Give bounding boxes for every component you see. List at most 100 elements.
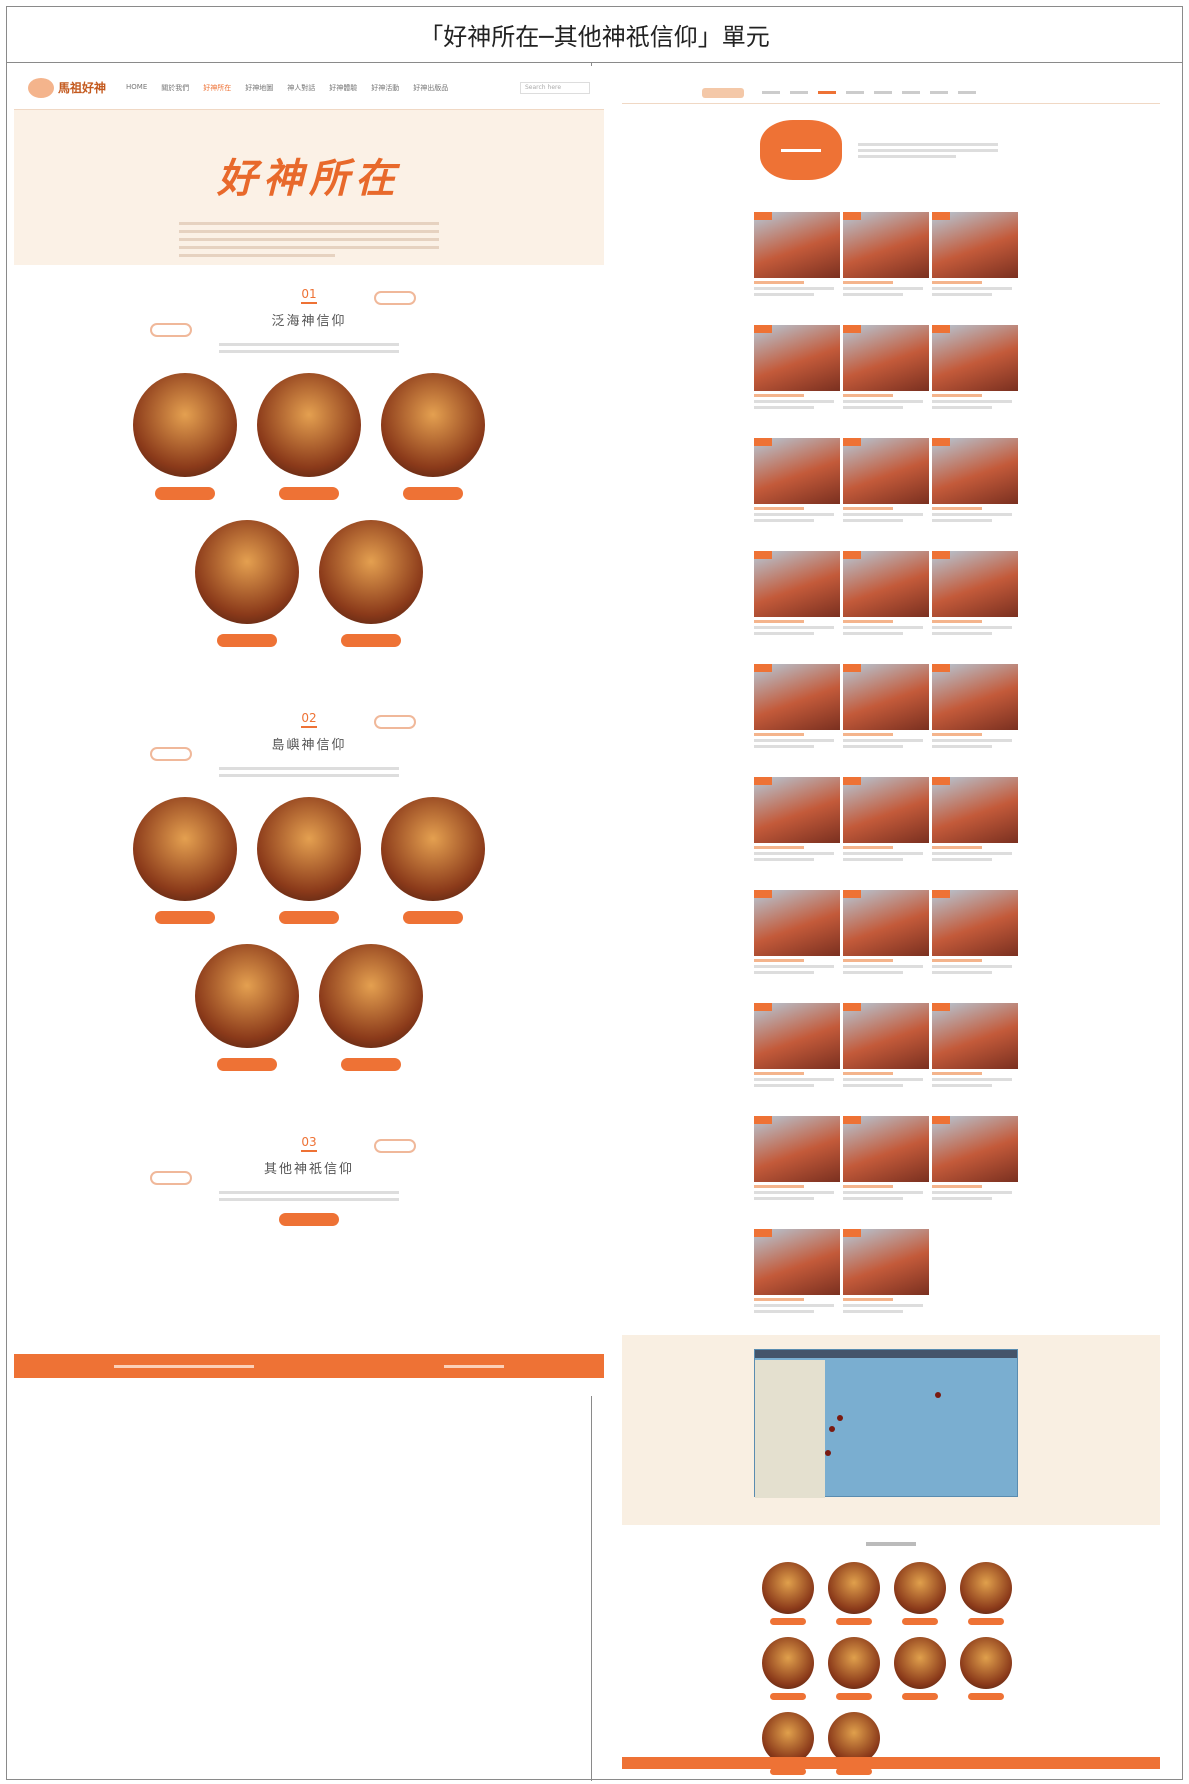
temple-card[interactable] bbox=[843, 212, 929, 325]
nav-item-5[interactable]: 好神體驗 bbox=[329, 83, 357, 93]
temple-card[interactable] bbox=[843, 1229, 929, 1342]
temple-map[interactable] bbox=[754, 1349, 1018, 1498]
temple-info-placeholder bbox=[754, 971, 814, 974]
deity-card[interactable] bbox=[195, 944, 299, 1071]
temple-card[interactable] bbox=[754, 438, 840, 551]
deity-card[interactable] bbox=[133, 373, 237, 500]
god-name-button[interactable] bbox=[770, 1693, 806, 1700]
god-name-button[interactable] bbox=[770, 1618, 806, 1625]
temple-card[interactable] bbox=[754, 664, 840, 777]
deity-name-button[interactable] bbox=[279, 911, 339, 924]
deity-card[interactable] bbox=[257, 797, 361, 924]
god-name-button[interactable] bbox=[836, 1618, 872, 1625]
deity-name-button[interactable] bbox=[217, 634, 277, 647]
deity-name-button[interactable] bbox=[403, 487, 463, 500]
temple-tag bbox=[932, 325, 950, 333]
deity-card[interactable] bbox=[319, 944, 423, 1071]
map-pin-icon[interactable] bbox=[837, 1415, 843, 1421]
deity-name-button[interactable] bbox=[341, 1058, 401, 1071]
deity-name-button[interactable] bbox=[279, 487, 339, 500]
temple-card[interactable] bbox=[754, 890, 840, 1003]
deity-card[interactable] bbox=[319, 520, 423, 647]
temple-info-placeholder bbox=[932, 406, 992, 409]
search-input[interactable]: Search here bbox=[520, 81, 590, 94]
deity-name-button[interactable] bbox=[341, 634, 401, 647]
temple-card[interactable] bbox=[843, 664, 929, 777]
nav-item-4[interactable]: 神人對話 bbox=[287, 83, 315, 93]
god-card[interactable] bbox=[958, 1637, 1014, 1700]
temple-card[interactable] bbox=[932, 551, 1018, 664]
god-card[interactable] bbox=[826, 1637, 882, 1700]
temple-tag bbox=[932, 212, 950, 220]
god-card[interactable] bbox=[958, 1562, 1014, 1625]
deity-card[interactable] bbox=[133, 797, 237, 924]
god-name-button[interactable] bbox=[968, 1618, 1004, 1625]
temple-card[interactable] bbox=[932, 664, 1018, 777]
map-pin-icon[interactable] bbox=[829, 1426, 835, 1432]
site-logo[interactable]: 馬祖好神 bbox=[28, 77, 106, 98]
temple-title-placeholder bbox=[754, 846, 804, 849]
temple-card[interactable] bbox=[754, 1229, 840, 1342]
temple-card[interactable] bbox=[754, 551, 840, 664]
temple-photo bbox=[843, 1116, 929, 1182]
temple-info-placeholder bbox=[932, 287, 1012, 290]
temple-card[interactable] bbox=[843, 1003, 929, 1116]
temple-card[interactable] bbox=[754, 1003, 840, 1116]
god-name-button[interactable] bbox=[836, 1768, 872, 1775]
god-name-button[interactable] bbox=[902, 1693, 938, 1700]
temple-card[interactable] bbox=[932, 890, 1018, 1003]
temple-card[interactable] bbox=[932, 325, 1018, 438]
deity-name-button[interactable] bbox=[217, 1058, 277, 1071]
god-card[interactable] bbox=[826, 1562, 882, 1625]
temple-card[interactable] bbox=[932, 1116, 1018, 1229]
temple-card[interactable] bbox=[932, 438, 1018, 551]
god-name-button[interactable] bbox=[902, 1618, 938, 1625]
god-name-button[interactable] bbox=[836, 1693, 872, 1700]
temple-info-placeholder bbox=[843, 519, 903, 522]
nav-item-7[interactable]: 好神出版品 bbox=[413, 83, 448, 93]
deity-card[interactable] bbox=[381, 797, 485, 924]
nav-item-0[interactable]: HOME bbox=[126, 83, 147, 93]
god-card[interactable] bbox=[892, 1562, 948, 1625]
deity-card[interactable] bbox=[195, 520, 299, 647]
map-pin-icon[interactable] bbox=[935, 1392, 941, 1398]
deity-name-button[interactable] bbox=[155, 487, 215, 500]
deity-card[interactable] bbox=[257, 373, 361, 500]
temple-card[interactable] bbox=[932, 1003, 1018, 1116]
right-logo-icon[interactable] bbox=[702, 87, 744, 98]
god-photo bbox=[828, 1637, 880, 1689]
temple-card[interactable] bbox=[754, 325, 840, 438]
nav-item-6[interactable]: 好神活動 bbox=[371, 83, 399, 93]
nav-item-1[interactable]: 關於我們 bbox=[161, 83, 189, 93]
god-photo bbox=[960, 1562, 1012, 1614]
temple-card[interactable] bbox=[843, 325, 929, 438]
temple-photo bbox=[843, 325, 929, 391]
section-number: 01 bbox=[301, 287, 317, 304]
god-card[interactable] bbox=[760, 1562, 816, 1625]
temple-photo bbox=[932, 325, 1018, 391]
footer-links-placeholder[interactable] bbox=[444, 1364, 504, 1368]
temple-title-placeholder bbox=[843, 394, 893, 397]
nav-item-2[interactable]: 好神所在 bbox=[203, 83, 231, 93]
nav-item-3[interactable]: 好神地圖 bbox=[245, 83, 273, 93]
temple-card[interactable] bbox=[932, 212, 1018, 325]
deity-name-button[interactable] bbox=[403, 911, 463, 924]
more-button[interactable] bbox=[279, 1213, 339, 1226]
temple-tag bbox=[843, 890, 861, 898]
god-name-button[interactable] bbox=[770, 1768, 806, 1775]
temple-card[interactable] bbox=[843, 551, 929, 664]
god-card[interactable] bbox=[760, 1637, 816, 1700]
god-name-button[interactable] bbox=[968, 1693, 1004, 1700]
god-card[interactable] bbox=[892, 1637, 948, 1700]
deity-name-button[interactable] bbox=[155, 911, 215, 924]
deity-card[interactable] bbox=[381, 373, 485, 500]
temple-card[interactable] bbox=[843, 777, 929, 890]
temple-card[interactable] bbox=[843, 1116, 929, 1229]
map-pin-icon[interactable] bbox=[825, 1450, 831, 1456]
temple-card[interactable] bbox=[754, 1116, 840, 1229]
temple-card[interactable] bbox=[932, 777, 1018, 890]
temple-card[interactable] bbox=[843, 438, 929, 551]
temple-card[interactable] bbox=[754, 777, 840, 890]
temple-card[interactable] bbox=[754, 212, 840, 325]
temple-card[interactable] bbox=[843, 890, 929, 1003]
